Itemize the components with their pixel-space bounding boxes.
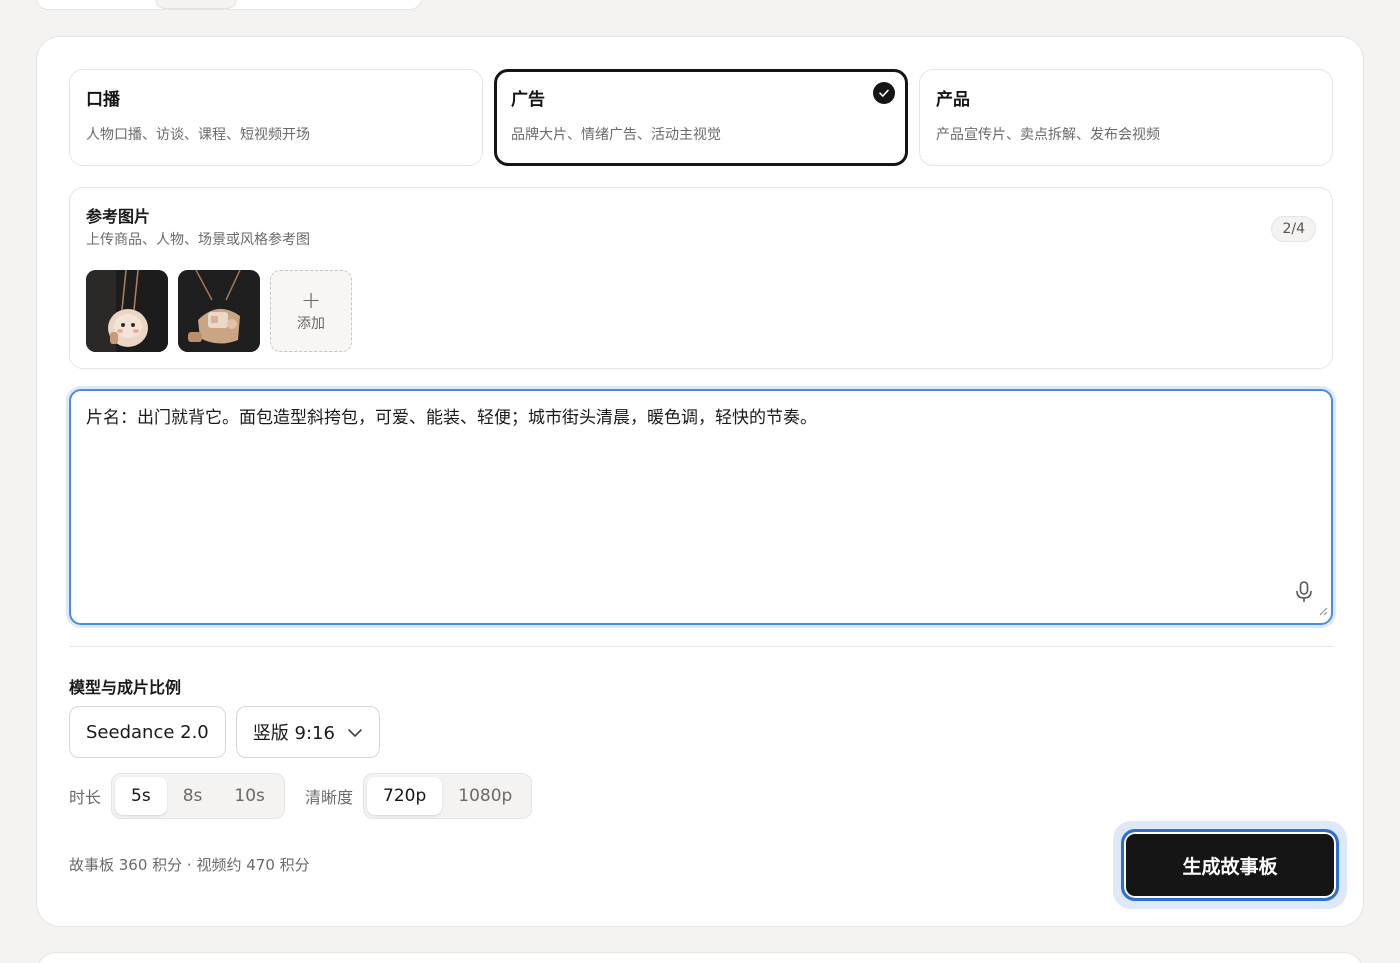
reference-title: 参考图片: [86, 207, 151, 226]
resize-handle-icon[interactable]: [1318, 601, 1328, 620]
model-ratio-selects: Seedance 2.0 竖版 9:16: [69, 706, 380, 758]
add-reference-label: 添加: [297, 316, 325, 332]
reference-images-section: 参考图片 上传商品、人物、场景或风格参考图 2/4 + 添加: [69, 187, 1333, 369]
top-panel-stub: [36, 0, 422, 10]
cost-summary: 故事板 360 积分 · 视频约 470 积分: [69, 856, 310, 874]
mode-desc: 人物口播、访谈、课程、短视频开场: [86, 127, 310, 143]
mode-desc: 产品宣传片、卖点拆解、发布会视频: [936, 127, 1160, 143]
generate-button-focus-ring: 生成故事板: [1113, 821, 1347, 909]
model-select[interactable]: Seedance 2.0: [69, 706, 226, 758]
model-select-value: Seedance 2.0: [86, 721, 209, 743]
microphone-icon[interactable]: [1295, 581, 1313, 607]
prompt-textarea[interactable]: 片名：出门就背它。面包造型斜挎包，可爱、能装、轻便；城市街头清晨，暖色调，轻快的…: [69, 389, 1333, 625]
mode-card-product[interactable]: 产品 产品宣传片、卖点拆解、发布会视频: [919, 69, 1333, 166]
reference-thumbnail[interactable]: [86, 270, 168, 352]
mode-title: 口播: [86, 90, 120, 110]
ratio-select[interactable]: 竖版 9:16: [235, 706, 380, 758]
mode-selector: 口播 人物口播、访谈、课程、短视频开场 广告 品牌大片、情绪广告、活动主视觉 产…: [69, 69, 1333, 166]
duration-option-5s[interactable]: 5s: [115, 777, 167, 815]
add-reference-button[interactable]: + 添加: [270, 270, 352, 352]
resolution-label: 清晰度: [305, 788, 354, 807]
plus-icon: +: [300, 286, 322, 314]
chevron-down-icon: [347, 722, 363, 743]
generate-storyboard-button[interactable]: 生成故事板: [1121, 829, 1339, 901]
duration-label: 时长: [69, 788, 102, 807]
duration-option-8s[interactable]: 8s: [167, 777, 219, 815]
mode-card-talking[interactable]: 口播 人物口播、访谈、课程、短视频开场: [69, 69, 483, 166]
reference-subtitle: 上传商品、人物、场景或风格参考图: [86, 232, 310, 248]
duration-option-10s[interactable]: 10s: [218, 777, 281, 815]
check-icon: [873, 82, 895, 104]
reference-thumbnails: + 添加: [86, 270, 352, 352]
resolution-segmented: 720p 1080p: [363, 773, 533, 819]
mode-title: 广告: [511, 90, 545, 110]
create-panel: 口播 人物口播、访谈、课程、短视频开场 广告 品牌大片、情绪广告、活动主视觉 产…: [36, 36, 1364, 927]
top-tab-stub[interactable]: [155, 0, 237, 9]
ratio-select-value: 竖版 9:16: [252, 723, 335, 744]
section-divider: [69, 646, 1333, 647]
resolution-option-720p[interactable]: 720p: [367, 777, 443, 815]
duration-group: 时长 5s 8s 10s: [69, 773, 285, 819]
resolution-group: 清晰度 720p 1080p: [305, 773, 533, 819]
resolution-option-1080p[interactable]: 1080p: [442, 777, 528, 815]
reference-thumbnail[interactable]: [178, 270, 260, 352]
bottom-panel-stub: [36, 952, 1364, 963]
mode-desc: 品牌大片、情绪广告、活动主视觉: [511, 127, 721, 143]
duration-segmented: 5s 8s 10s: [111, 773, 285, 819]
reference-count-badge: 2/4: [1271, 216, 1316, 242]
model-section-label: 模型与成片比例: [69, 678, 182, 697]
mode-title: 产品: [936, 90, 970, 110]
prompt-text: 片名：出门就背它。面包造型斜挎包，可爱、能装、轻便；城市街头清晨，暖色调，轻快的…: [86, 408, 817, 428]
mode-card-ad[interactable]: 广告 品牌大片、情绪广告、活动主视觉: [494, 69, 908, 166]
